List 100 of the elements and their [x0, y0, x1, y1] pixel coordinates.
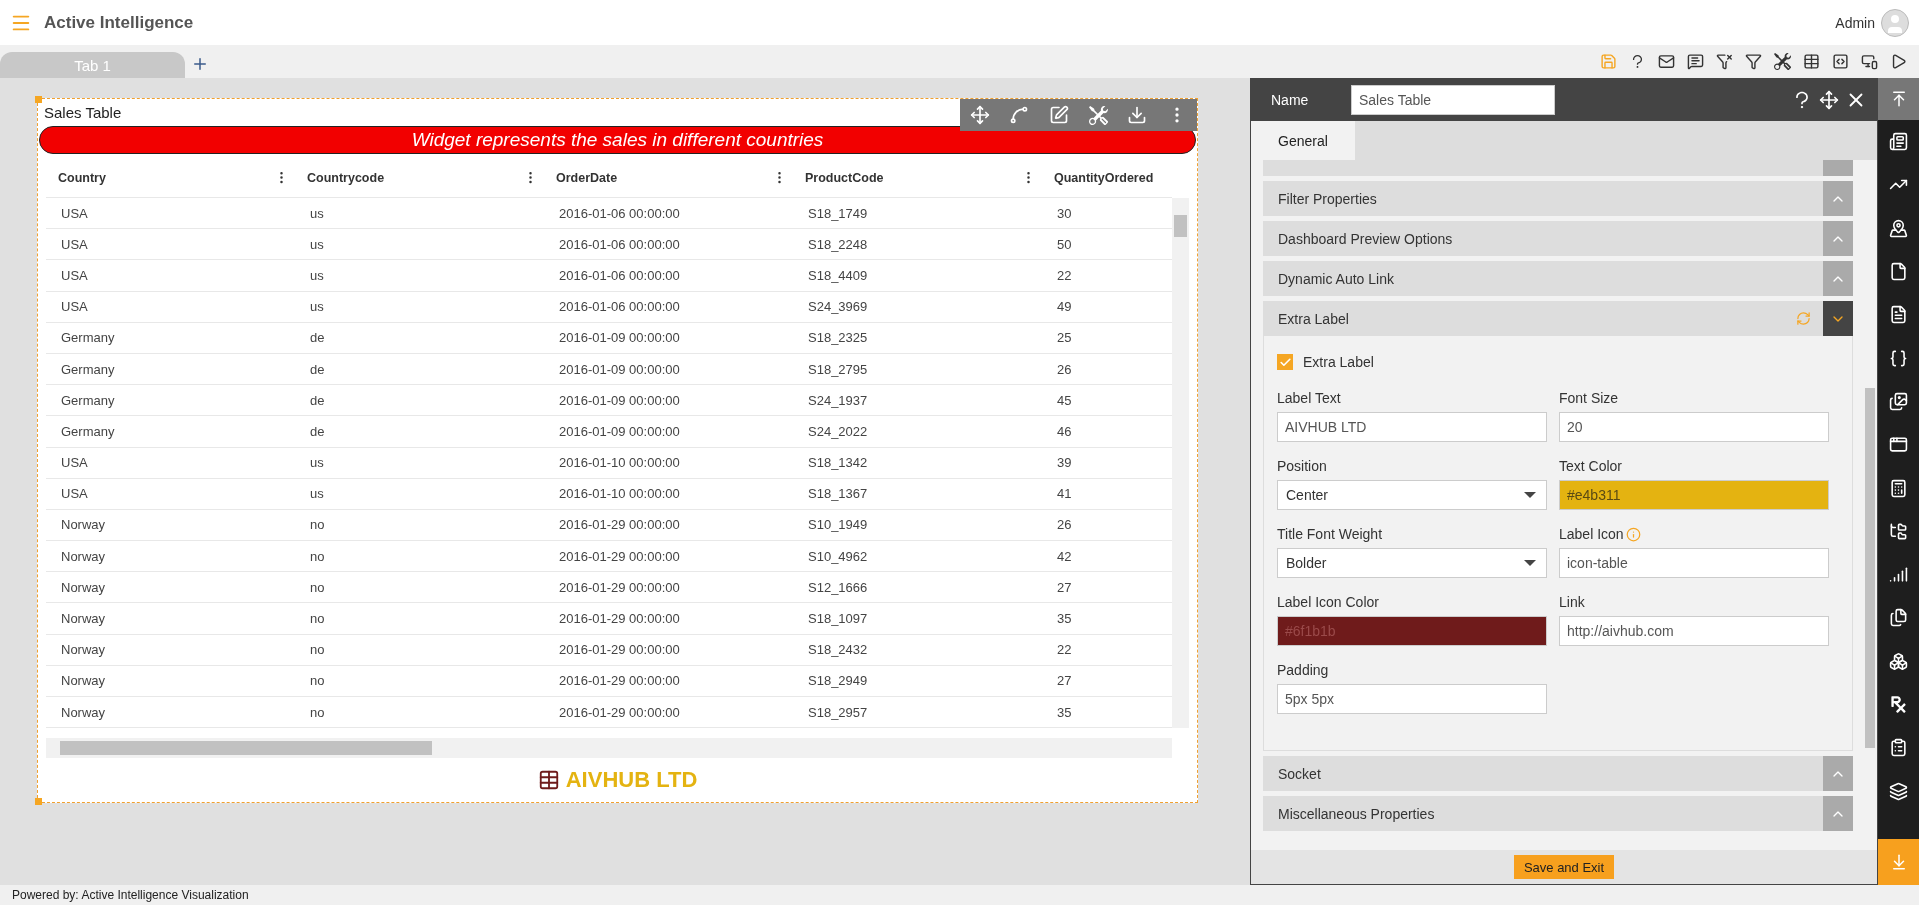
table-cell-text: USA [60, 235, 89, 254]
add-tab-icon[interactable] [191, 55, 209, 73]
table-cell-text: de [309, 360, 326, 379]
table-cell-text: 2016-01-06 00:00:00 [558, 298, 681, 317]
table-cell-text: no [309, 578, 326, 597]
table-cell-text: Germany [60, 422, 116, 441]
column-header[interactable]: ProductCode [793, 158, 1042, 197]
table-cell-text: S18_1097 [807, 610, 869, 629]
table-cell-text: 45 [1056, 391, 1073, 410]
clear-filter-icon[interactable] [1716, 53, 1733, 70]
select-value: Bolder [1286, 555, 1327, 571]
table-cell-text: de [309, 391, 326, 410]
section-header[interactable]: Filter Properties [1263, 181, 1853, 216]
edit-icon[interactable] [1049, 105, 1070, 125]
color-field[interactable]: #e4b311 [1559, 480, 1829, 510]
checkbox-label: Extra Label [1303, 354, 1374, 370]
devices-icon[interactable] [1861, 53, 1878, 70]
field-label: Link [1559, 594, 1585, 610]
table-cell-text: 2016-01-10 00:00:00 [558, 454, 681, 473]
table-cell-text: 25 [1056, 329, 1073, 348]
table-icon [537, 769, 560, 792]
app-title: Active Intelligence [44, 12, 195, 33]
table-cell-text: S18_2248 [807, 235, 869, 254]
code-icon[interactable] [1832, 53, 1849, 70]
tools-icon[interactable] [1774, 53, 1791, 70]
download-icon[interactable] [1127, 105, 1148, 125]
select-field[interactable]: Bolder [1277, 548, 1547, 578]
field-label: Label Icon Color [1277, 594, 1379, 610]
play-icon[interactable] [1890, 53, 1907, 70]
table-cell-text: USA [60, 266, 89, 285]
resize-handle[interactable] [35, 798, 42, 805]
section-header[interactable]: Miscellaneous Properties [1263, 796, 1853, 831]
table-cell-text: S18_2957 [807, 703, 869, 722]
name-label: Name [1271, 92, 1310, 108]
table-cell-text: 41 [1056, 485, 1073, 504]
table-cell-text: S18_2949 [807, 672, 869, 691]
table-cell-text: USA [60, 485, 89, 504]
table-cell-text: 50 [1056, 235, 1073, 254]
section-header[interactable]: Extra Label [1263, 301, 1853, 336]
vertical-scrollbar[interactable] [1172, 198, 1189, 729]
checkbox[interactable] [1277, 354, 1293, 370]
table-cell-text: S12_1666 [807, 578, 869, 597]
table-cell-text: 2016-01-29 00:00:00 [558, 641, 681, 660]
toggle-button[interactable] [1823, 756, 1853, 791]
table-cell-text: S10_1949 [807, 516, 869, 535]
toggle-button[interactable] [1823, 301, 1853, 336]
horizontal-scrollbar[interactable] [46, 738, 1172, 759]
field-label: Position [1277, 458, 1327, 474]
save-button[interactable]: Save and Exit [1513, 855, 1615, 879]
table-cell-text: 26 [1056, 360, 1073, 379]
move-icon[interactable] [1819, 90, 1839, 110]
toggle-button[interactable] [1823, 796, 1853, 831]
comment-icon[interactable] [1687, 53, 1704, 70]
toggle-button[interactable] [1823, 181, 1853, 216]
name-field[interactable]: Sales Table [1351, 85, 1555, 115]
table-cell-text: Norway [60, 516, 107, 535]
info-icon [1625, 526, 1641, 542]
table-cell-text: us [309, 485, 325, 504]
section-header[interactable]: Socket [1263, 756, 1853, 791]
table-cell-text: S24_2022 [807, 422, 869, 441]
table-icon[interactable] [1803, 53, 1820, 70]
table-cell-text: 2016-01-06 00:00:00 [558, 204, 681, 223]
table-cell-text: 2016-01-29 00:00:00 [558, 547, 681, 566]
table-cell-text: 2016-01-09 00:00:00 [558, 329, 681, 348]
select-field[interactable]: Center [1277, 480, 1547, 510]
column-header[interactable]: OrderDate [544, 158, 793, 197]
text-field[interactable]: AIVHUB LTD [1277, 412, 1547, 442]
table-cell-text: Germany [60, 360, 116, 379]
panel-tab[interactable]: General [1251, 121, 1355, 160]
move-icon[interactable] [969, 105, 990, 125]
text-field[interactable]: 5px 5px [1277, 684, 1547, 714]
text-field[interactable]: http://aivhub.com [1559, 616, 1829, 646]
column-header[interactable]: QuantityOrdered [1042, 158, 1172, 197]
table-cell-text: Norway [60, 610, 107, 629]
table-cell-text: no [309, 610, 326, 629]
column-header[interactable]: Country [46, 158, 295, 197]
table-cell-text: S18_2795 [807, 360, 869, 379]
text-field[interactable]: icon-table [1559, 548, 1829, 578]
text-field[interactable]: 20 [1559, 412, 1829, 442]
resize-handle[interactable] [35, 96, 42, 103]
table-cell-text: 2016-01-06 00:00:00 [558, 235, 681, 254]
section-header[interactable]: Dynamic Auto Link [1263, 261, 1853, 296]
table-cell-text: 2016-01-29 00:00:00 [558, 578, 681, 597]
select-value: Center [1286, 487, 1329, 503]
section-header[interactable]: Dashboard Preview Options [1263, 221, 1853, 256]
table-cell-text: 2016-01-29 00:00:00 [558, 703, 681, 722]
toggle-button[interactable] [1823, 261, 1853, 296]
table-cell-text: de [309, 422, 326, 441]
table-cell-text: 2016-01-10 00:00:00 [558, 485, 681, 504]
table-cell-text: Norway [60, 703, 107, 722]
toggle-button[interactable] [1823, 221, 1853, 256]
curve-icon[interactable] [1009, 105, 1030, 125]
table-cell-text: 27 [1056, 672, 1073, 691]
table-cell-text: Norway [60, 578, 107, 597]
column-header[interactable]: Countrycode [295, 158, 544, 197]
mail-icon[interactable] [1658, 53, 1675, 70]
table-cell-text: 22 [1056, 641, 1073, 660]
filter-icon[interactable] [1745, 53, 1762, 70]
table-cell-text: S18_2325 [807, 329, 869, 348]
widget-subtitle: Widget represents the sales in different countries [39, 126, 1196, 154]
